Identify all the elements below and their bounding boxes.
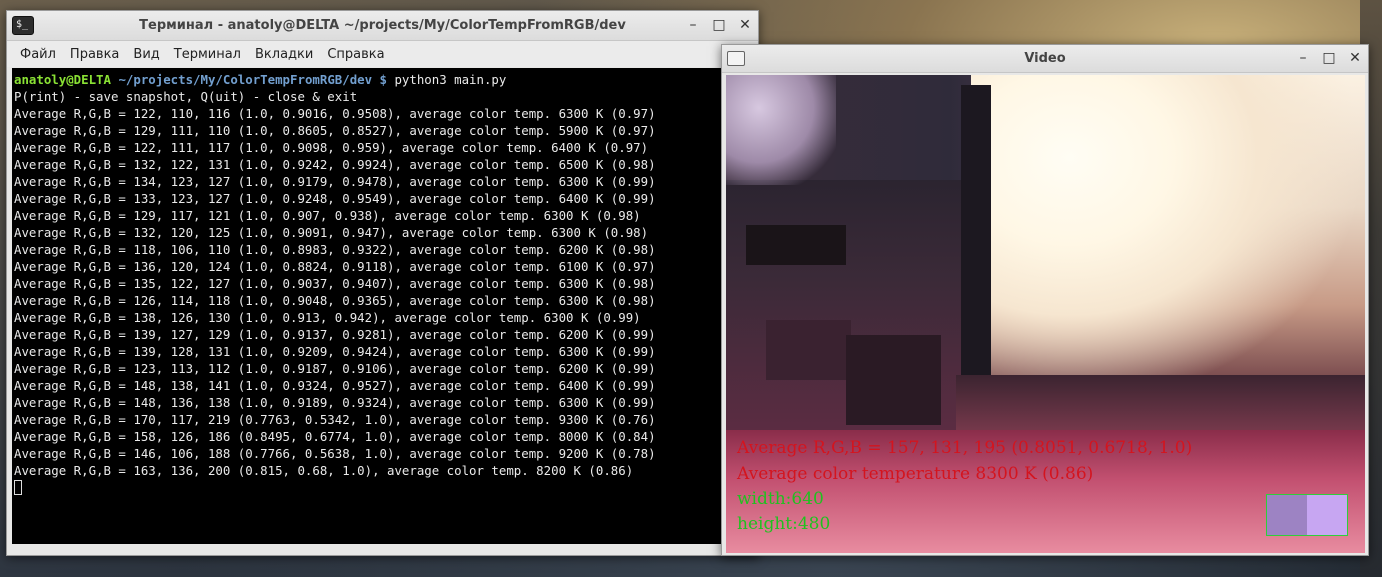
maximize-icon[interactable]: □ <box>1322 50 1336 66</box>
terminal-window[interactable]: $_ Терминал - anatoly@DELTA ~/projects/M… <box>6 10 759 556</box>
video-monitor-screen <box>971 75 1365 405</box>
minimize-icon[interactable]: – <box>1296 50 1310 66</box>
menu-tabs[interactable]: Вкладки <box>248 47 320 62</box>
output-line: Average R,G,B = 139, 127, 129 (1.0, 0.91… <box>14 327 656 342</box>
maximize-icon[interactable]: □ <box>712 17 726 33</box>
prompt-line: anatoly@DELTA ~/projects/My/ColorTempFro… <box>14 71 753 88</box>
output-line: Average R,G,B = 135, 122, 127 (1.0, 0.90… <box>14 276 656 291</box>
overlay-height: height:480 <box>737 514 831 534</box>
cursor-line <box>14 479 753 496</box>
output-line: Average R,G,B = 170, 117, 219 (0.7763, 0… <box>14 412 656 427</box>
output-lines: P(rint) - save snapshot, Q(uit) - close … <box>14 88 753 479</box>
video-frame[interactable]: Average R,G,B = 157, 131, 195 (0.8051, 0… <box>726 75 1365 553</box>
output-line: Average R,G,B = 122, 111, 117 (1.0, 0.90… <box>14 140 649 155</box>
swatch-average <box>1267 495 1307 535</box>
output-line: Average R,G,B = 134, 123, 127 (1.0, 0.91… <box>14 174 656 189</box>
terminal-output[interactable]: anatoly@DELTA ~/projects/My/ColorTempFro… <box>12 68 755 546</box>
output-line: Average R,G,B = 148, 136, 138 (1.0, 0.91… <box>14 395 656 410</box>
output-line: Average R,G,B = 132, 122, 131 (1.0, 0.92… <box>14 157 656 172</box>
output-line: Average R,G,B = 163, 136, 200 (0.815, 0.… <box>14 463 634 478</box>
terminal-title: Терминал - anatoly@DELTA ~/projects/My/C… <box>139 18 626 33</box>
terminal-menubar: Файл Правка Вид Терминал Вкладки Справка <box>7 41 758 67</box>
window-icon <box>727 51 745 66</box>
output-line: Average R,G,B = 146, 106, 188 (0.7766, 0… <box>14 446 656 461</box>
overlay-color-temp: Average color temperature 8300 K (0.86) <box>737 464 1094 484</box>
menu-edit[interactable]: Правка <box>63 47 126 62</box>
overlay-width: width:640 <box>737 489 824 509</box>
output-line: Average R,G,B = 136, 120, 124 (1.0, 0.88… <box>14 259 656 274</box>
output-line: Average R,G,B = 133, 123, 127 (1.0, 0.92… <box>14 191 656 206</box>
video-window[interactable]: Video – □ ✕ Average R,G,B = 157, 131, 19… <box>721 44 1369 556</box>
output-line: Average R,G,B = 126, 114, 118 (1.0, 0.90… <box>14 293 656 308</box>
output-line: Average R,G,B = 139, 128, 131 (1.0, 0.92… <box>14 344 656 359</box>
prompt-user: anatoly@DELTA <box>14 72 111 87</box>
video-device <box>746 225 846 265</box>
prompt-command: python3 main.py <box>387 72 507 87</box>
terminal-icon: $_ <box>12 16 34 35</box>
close-icon[interactable]: ✕ <box>738 17 752 33</box>
output-line: Average R,G,B = 138, 126, 130 (1.0, 0.91… <box>14 310 641 325</box>
output-line: Average R,G,B = 158, 126, 186 (0.8495, 0… <box>14 429 656 444</box>
video-device <box>846 335 941 425</box>
output-line: Average R,G,B = 123, 113, 112 (1.0, 0.91… <box>14 361 656 376</box>
output-line: Average R,G,B = 118, 106, 110 (1.0, 0.89… <box>14 242 656 257</box>
swatch-normalized <box>1307 495 1347 535</box>
text-cursor <box>14 480 22 495</box>
menu-help[interactable]: Справка <box>320 47 391 62</box>
minimize-icon[interactable]: – <box>686 17 700 33</box>
video-title: Video <box>1024 51 1066 66</box>
output-line: Average R,G,B = 129, 111, 110 (1.0, 0.86… <box>14 123 656 138</box>
menu-file[interactable]: Файл <box>13 47 63 62</box>
output-line: Average R,G,B = 122, 110, 116 (1.0, 0.90… <box>14 106 656 121</box>
menu-terminal[interactable]: Терминал <box>167 47 248 62</box>
menu-view[interactable]: Вид <box>126 47 166 62</box>
terminal-statusbar <box>7 544 758 555</box>
output-line: Average R,G,B = 148, 138, 141 (1.0, 0.93… <box>14 378 656 393</box>
video-lamp-glare <box>726 75 836 185</box>
close-icon[interactable]: ✕ <box>1348 50 1362 66</box>
video-monitor-base <box>956 375 1365 435</box>
output-line: P(rint) - save snapshot, Q(uit) - close … <box>14 89 358 104</box>
prompt-path: ~/projects/My/ColorTempFromRGB/dev $ <box>110 72 387 87</box>
video-device <box>766 320 851 380</box>
output-line: Average R,G,B = 129, 117, 121 (1.0, 0.90… <box>14 208 641 223</box>
video-titlebar[interactable]: Video – □ ✕ <box>722 45 1368 73</box>
overlay-average-rgb: Average R,G,B = 157, 131, 195 (0.8051, 0… <box>737 438 1193 458</box>
terminal-titlebar[interactable]: $_ Терминал - anatoly@DELTA ~/projects/M… <box>7 11 758 41</box>
color-swatch-box <box>1266 494 1348 536</box>
output-line: Average R,G,B = 132, 120, 125 (1.0, 0.90… <box>14 225 649 240</box>
